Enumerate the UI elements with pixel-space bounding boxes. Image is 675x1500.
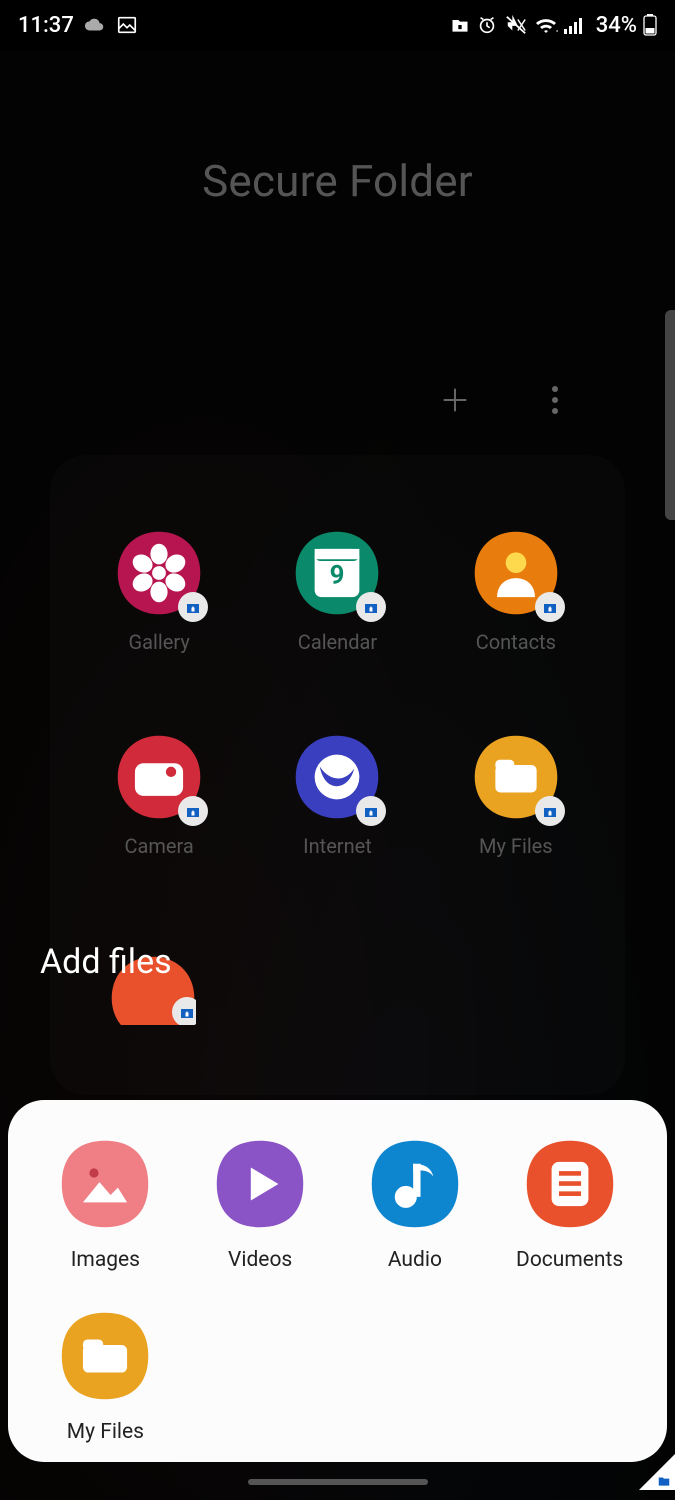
image-icon xyxy=(116,14,138,36)
alarm-icon xyxy=(476,14,498,36)
bg-app-calendar[interactable]: 9 Calendar xyxy=(262,530,412,654)
wifi-icon: + xyxy=(534,15,558,35)
sheet-item-label: Images xyxy=(71,1248,140,1272)
page-title: Secure Folder xyxy=(0,155,675,207)
more-options-button[interactable] xyxy=(535,380,575,420)
secure-folder-corner-icon xyxy=(657,1474,671,1488)
navigation-bar xyxy=(0,1464,675,1500)
bg-app-myfiles[interactable]: My Files xyxy=(441,734,591,858)
lock-icon xyxy=(356,796,386,826)
sheet-item-label: Documents xyxy=(516,1248,623,1272)
lock-icon xyxy=(172,997,196,1025)
bg-app-label: Calendar xyxy=(298,630,377,654)
action-row xyxy=(435,380,575,420)
lock-icon xyxy=(178,796,208,826)
scroll-handle[interactable] xyxy=(665,310,675,520)
signal-icon xyxy=(564,15,586,35)
sheet-item-label: My Files xyxy=(67,1420,144,1444)
lock-icon xyxy=(178,592,208,622)
bg-app-label: My Files xyxy=(479,834,553,858)
status-time: 11:37 xyxy=(18,13,74,38)
svg-text:+: + xyxy=(556,27,558,35)
add-documents-option[interactable]: Documents xyxy=(495,1138,645,1272)
bg-app-label: Contacts xyxy=(476,630,556,654)
sheet-title: Add files xyxy=(40,942,172,982)
lock-icon xyxy=(535,592,565,622)
bg-app-contacts[interactable]: Contacts xyxy=(441,530,591,654)
add-audio-option[interactable]: Audio xyxy=(340,1138,490,1272)
bg-app-label: Internet xyxy=(303,834,372,858)
bg-app-label: Camera xyxy=(125,834,194,858)
lock-icon xyxy=(535,796,565,826)
background-app-grid: Gallery 9 Calendar Contacts Camera Inter… xyxy=(70,530,605,858)
bg-app-gallery[interactable]: Gallery xyxy=(84,530,234,654)
bg-app-camera[interactable]: Camera xyxy=(84,734,234,858)
svg-text:9: 9 xyxy=(330,560,345,590)
add-myfiles-option[interactable]: My Files xyxy=(30,1310,180,1444)
gesture-pill[interactable] xyxy=(248,1479,428,1485)
add-files-sheet: Images Videos Audio Documents My Files xyxy=(8,1100,667,1462)
sheet-item-label: Videos xyxy=(228,1248,292,1272)
secure-folder-icon xyxy=(450,15,470,35)
vibrate-icon xyxy=(504,14,528,36)
bg-app-internet[interactable]: Internet xyxy=(262,734,412,858)
battery-icon xyxy=(643,14,657,36)
battery-percent: 34% xyxy=(596,13,637,38)
lock-icon xyxy=(356,592,386,622)
cloud-icon xyxy=(84,14,106,36)
bg-app-label: Gallery xyxy=(129,630,190,654)
sheet-item-label: Audio xyxy=(388,1248,442,1272)
status-bar: 11:37 + 34% xyxy=(0,0,675,50)
add-images-option[interactable]: Images xyxy=(30,1138,180,1272)
add-videos-option[interactable]: Videos xyxy=(185,1138,335,1272)
add-button[interactable] xyxy=(435,380,475,420)
